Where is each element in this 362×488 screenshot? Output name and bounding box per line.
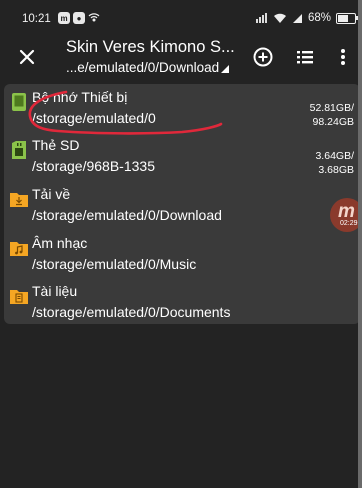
storage-total: 3.68GB (318, 164, 354, 176)
current-path-dropdown[interactable]: ...e/emulated/0/Download (66, 60, 230, 75)
more-options-icon[interactable] (332, 46, 354, 68)
battery-percent: 68% (307, 12, 331, 24)
music-folder-icon (10, 242, 28, 256)
hotspot-icon (88, 13, 100, 22)
storage-name: Bộ nhớ Thiết bị (32, 89, 128, 105)
folder-name: Tải về (32, 186, 71, 202)
download-folder-icon (10, 193, 28, 207)
dropdown-triangle-icon (221, 65, 230, 73)
storage-capacity: 3.64GB/ 3.68GB (315, 149, 354, 177)
app-notification-icon: ● (73, 12, 85, 24)
folder-item-download[interactable]: Tải về /storage/emulated/0/Download (4, 183, 360, 231)
storage-path: /storage/emulated/0 (32, 110, 156, 126)
screen-edge (358, 0, 362, 488)
storage-capacity: 52.81GB/ 98.24GB (310, 101, 354, 129)
storage-used: 3.64GB/ (315, 150, 354, 162)
wifi-icon (273, 13, 286, 23)
phone-storage-icon (12, 93, 26, 111)
storage-path: /storage/968B-1335 (32, 158, 155, 174)
storage-item-device[interactable]: Bộ nhớ Thiết bị /storage/emulated/0 52.8… (4, 86, 360, 134)
storage-total: 98.24GB (312, 116, 354, 128)
sd-card-icon (12, 141, 26, 159)
page-title: Skin Veres Kimono S... (66, 38, 235, 56)
status-time: 10:21 (22, 13, 51, 25)
folder-item-documents[interactable]: Tài liệu /storage/emulated/0/Documents (4, 280, 360, 328)
recorder-time: 02:29 (340, 220, 358, 227)
signal-icon (292, 13, 302, 23)
storage-name: Thẻ SD (32, 137, 80, 153)
current-path-label: ...e/emulated/0/Download (66, 60, 220, 75)
toolbar: Skin Veres Kimono S... ...e/emulated/0/D… (0, 38, 362, 86)
app-notification-icon: m (58, 12, 70, 24)
status-bar: 10:21 m ● 68% (0, 0, 362, 38)
folder-name: Tài liệu (32, 283, 78, 299)
folder-path: /storage/emulated/0/Music (32, 256, 197, 272)
add-icon[interactable] (252, 46, 274, 68)
location-list-panel: Bộ nhớ Thiết bị /storage/emulated/0 52.8… (4, 84, 360, 324)
storage-item-sd-card[interactable]: Thẻ SD /storage/968B-1335 3.64GB/ 3.68GB (4, 134, 360, 182)
storage-used: 52.81GB/ (309, 102, 354, 114)
documents-folder-icon (10, 290, 28, 304)
notification-icons: m ● (58, 12, 100, 24)
list-view-icon[interactable] (294, 46, 316, 68)
folder-item-music[interactable]: Âm nhạc /storage/emulated/0/Music (4, 232, 360, 280)
folder-path: /storage/emulated/0/Documents (32, 304, 231, 320)
folder-name: Âm nhạc (32, 235, 88, 251)
close-icon[interactable] (16, 46, 38, 68)
battery-icon (336, 12, 358, 24)
status-right: 68% (255, 12, 358, 24)
mute-icon (255, 12, 267, 23)
folder-path: /storage/emulated/0/Download (32, 207, 222, 223)
